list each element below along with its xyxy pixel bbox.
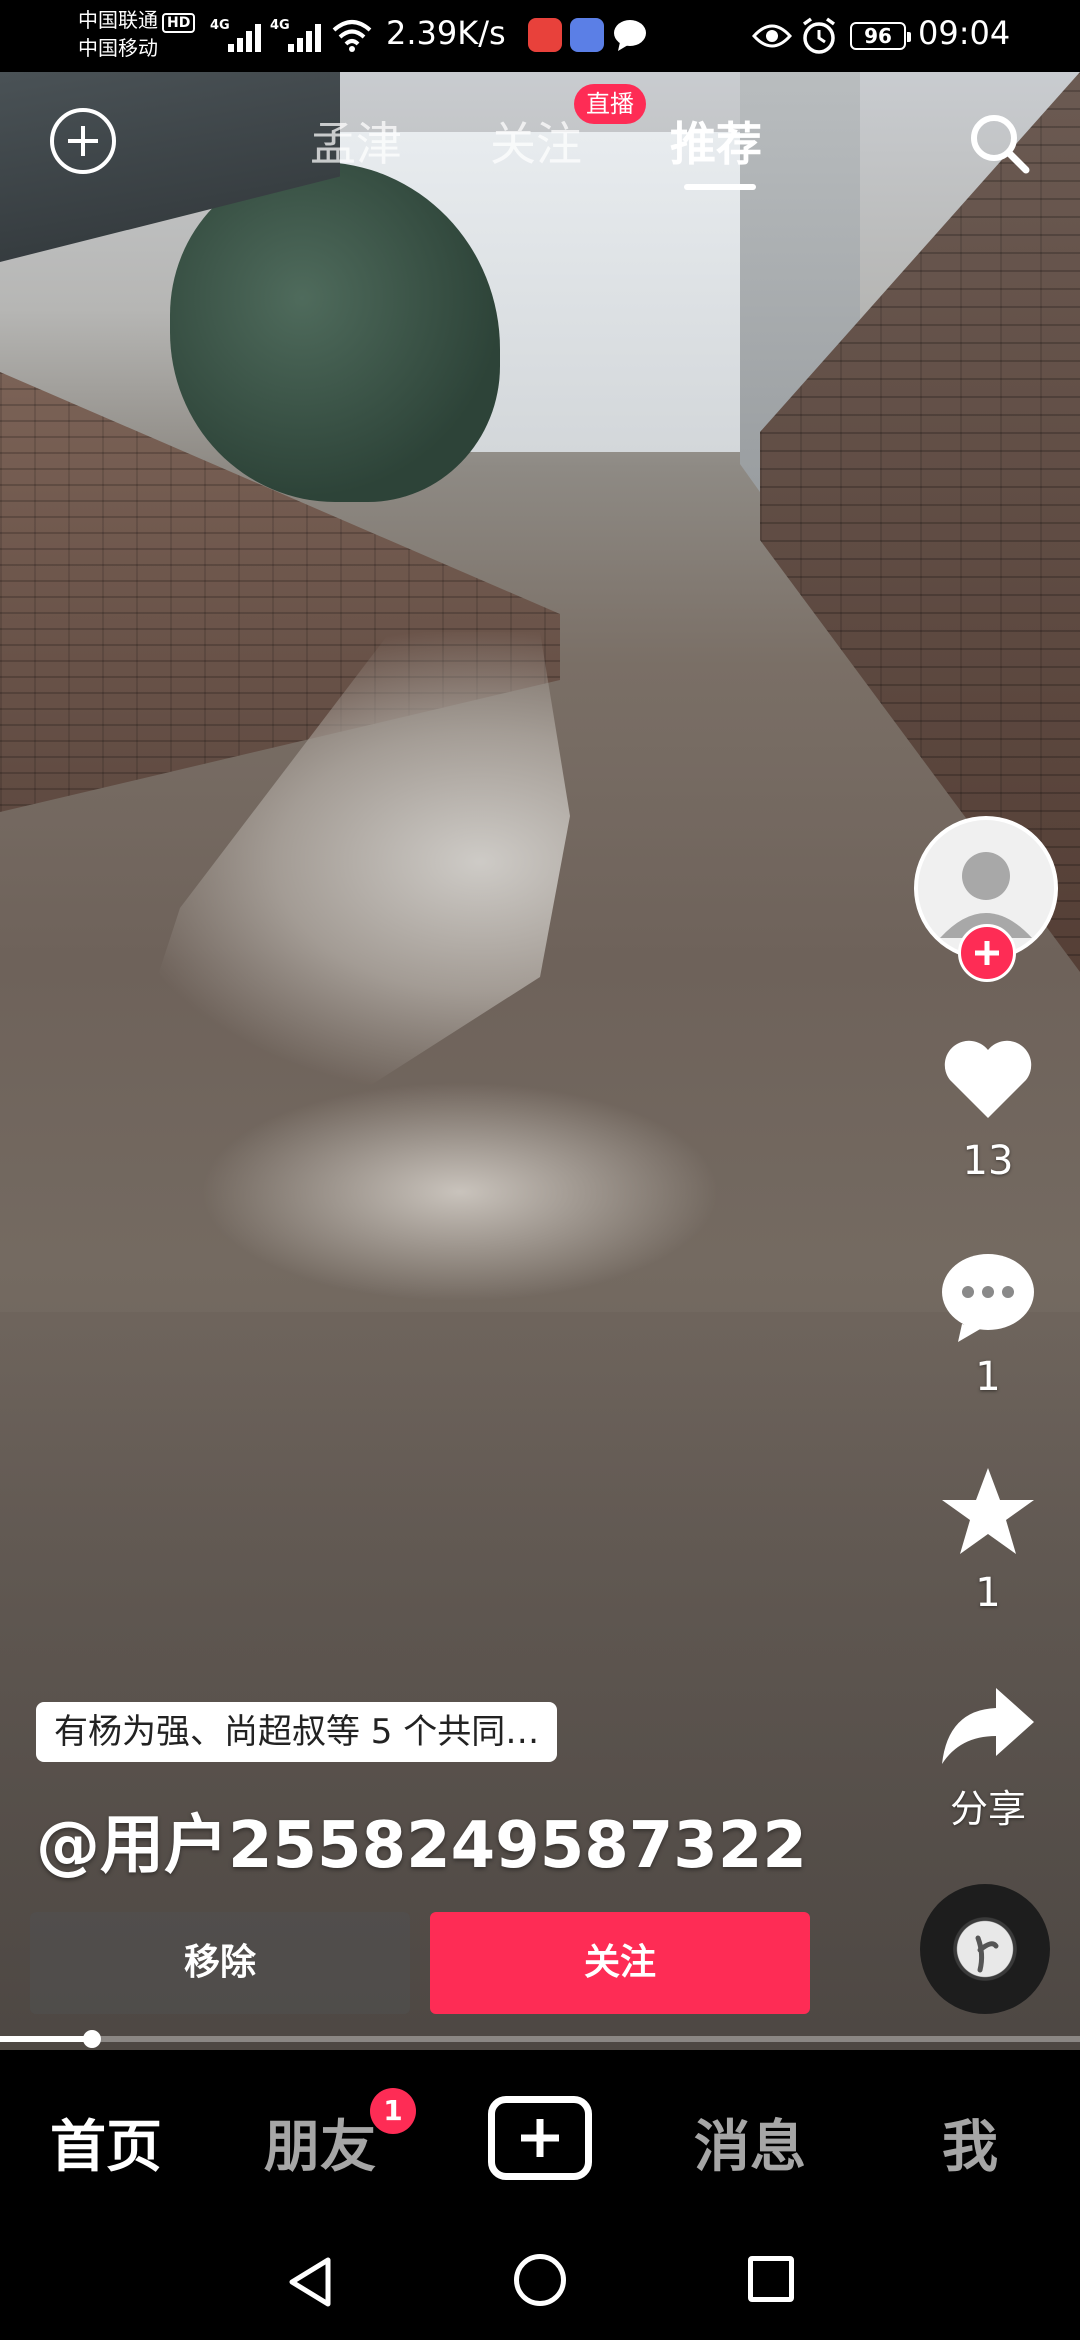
battery-indicator: 96 [850, 22, 911, 50]
recent-apps-icon[interactable] [748, 2256, 794, 2302]
like-count: 13 [962, 1138, 1014, 1184]
nav-me[interactable]: 我 [942, 2102, 998, 2183]
follow-button[interactable]: 关注 [430, 1912, 810, 2014]
clock: 09:04 [918, 14, 1011, 52]
carrier-primary: 中国联通 [78, 8, 158, 32]
friends-badge: 1 [370, 2088, 416, 2134]
music-app-icon [570, 18, 604, 52]
net-speed: 2.39K/s [386, 14, 506, 52]
system-nav-bar [0, 2230, 1080, 2340]
video-progress-fill [0, 2036, 92, 2042]
status-bar: 中国联通 HD 中国移动 4G 4G 2.39K/s 96 09:04 [0, 0, 1080, 72]
nav-home[interactable]: 首页 [50, 2102, 162, 2183]
nav-messages[interactable]: 消息 [694, 2102, 806, 2183]
tab-recommended[interactable]: 推荐 [670, 108, 762, 174]
tab-following[interactable]: 关注 [490, 108, 582, 174]
share-label: 分享 [949, 1787, 1026, 1831]
add-circle-icon[interactable] [50, 108, 116, 174]
comment-icon[interactable] [938, 1246, 1038, 1346]
remove-button[interactable]: 移除 [30, 1912, 410, 2014]
wifi-icon [332, 20, 372, 52]
create-plus-icon[interactable] [488, 2096, 592, 2180]
eye-comfort-icon [752, 24, 792, 48]
alarm-icon [802, 17, 836, 54]
message-icon [614, 20, 646, 51]
video-progress-knob[interactable] [82, 2030, 101, 2048]
home-icon[interactable] [514, 2254, 566, 2306]
live-badge[interactable]: 直播 [574, 84, 646, 124]
nav-friends[interactable]: 朋友 [264, 2102, 376, 2183]
music-note-icon [975, 1935, 999, 1973]
mutual-friends-tag[interactable]: 有杨为强、尚超叔等 5 个共同… [36, 1702, 558, 1762]
tab-local[interactable]: 孟津 [310, 108, 402, 174]
huawei-app-icon [528, 18, 562, 52]
music-disc-icon[interactable] [920, 1884, 1050, 2014]
share-icon[interactable] [938, 1678, 1038, 1778]
tab-active-indicator [684, 184, 756, 190]
star-icon[interactable] [938, 1462, 1038, 1562]
back-icon[interactable] [284, 2254, 336, 2310]
carrier-info: 中国联通 HD 中国移动 [78, 6, 196, 62]
favorite-count: 1 [975, 1570, 1001, 1616]
video-puddle-near [200, 1082, 720, 1302]
author-username[interactable]: @用户2558249587322 [36, 1794, 807, 1886]
search-icon[interactable] [964, 108, 1034, 178]
bottom-nav: 首页 朋友 1 消息 我 [0, 2050, 1080, 2230]
comment-count: 1 [975, 1354, 1001, 1400]
heart-icon[interactable] [938, 1030, 1038, 1130]
hd-badge: HD [162, 13, 196, 33]
video-progress-bar[interactable] [0, 2030, 1080, 2048]
follow-plus-button[interactable] [958, 924, 1016, 982]
carrier-secondary: 中国移动 [78, 36, 158, 60]
